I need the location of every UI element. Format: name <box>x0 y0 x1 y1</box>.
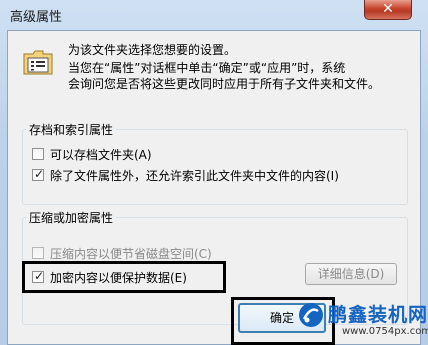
description-line-1: 为该文件夹选择您想要的设置。 <box>68 43 237 57</box>
archive-checkbox[interactable] <box>32 148 44 160</box>
archive-checkbox-label[interactable]: 可以存档文件夹(A) <box>50 146 152 163</box>
compress-checkbox[interactable] <box>32 247 44 259</box>
encrypt-checkbox-label[interactable]: 加密内容以便保护数据(E) <box>50 269 187 286</box>
description-line-2: 当您在“属性”对话框中单击“确定”或“应用”时，系统 <box>68 61 346 75</box>
index-checkbox-label[interactable]: 除了文件属性外，还允许索引此文件夹中文件的内容(I) <box>50 167 339 184</box>
title-bar: 高级属性 ✕ <box>0 0 428 30</box>
folder-properties-icon <box>23 50 53 75</box>
window-title: 高级属性 <box>10 10 63 25</box>
description-line-3: 会询问您是否将这些更改同时应用于所有子文件夹和文件。 <box>68 77 381 91</box>
watermark-logo-icon <box>299 303 323 327</box>
compress-encrypt-group-label: 压缩或加密属性 <box>26 209 117 226</box>
watermark-text: 鹏鑫装机网 <box>328 304 428 326</box>
dialog-window: 高级属性 ✕ 为该文件夹选择您想要的设置。 当您在“属性”对话框中单击“确定”或… <box>0 0 428 345</box>
check-icon: ✓ <box>34 167 45 181</box>
archive-index-group-label: 存档和索引属性 <box>26 121 117 138</box>
watermark-url: www.0754px.com <box>342 326 428 337</box>
close-button[interactable]: ✕ <box>364 0 412 20</box>
details-button[interactable]: 详细信息(D) <box>305 263 397 285</box>
index-checkbox[interactable]: ✓ <box>32 167 45 181</box>
dialog-client-area: 为该文件夹选择您想要的设置。 当您在“属性”对话框中单击“确定”或“应用”时，系… <box>7 30 421 345</box>
encrypt-checkbox[interactable]: ✓ <box>32 269 45 283</box>
check-icon: ✓ <box>34 269 45 283</box>
close-icon: ✕ <box>382 1 394 17</box>
compress-checkbox-label[interactable]: 压缩内容以便节省磁盘空间(C) <box>50 245 212 262</box>
watermark: 鹏鑫装机网 www.0754px.com <box>298 300 428 342</box>
